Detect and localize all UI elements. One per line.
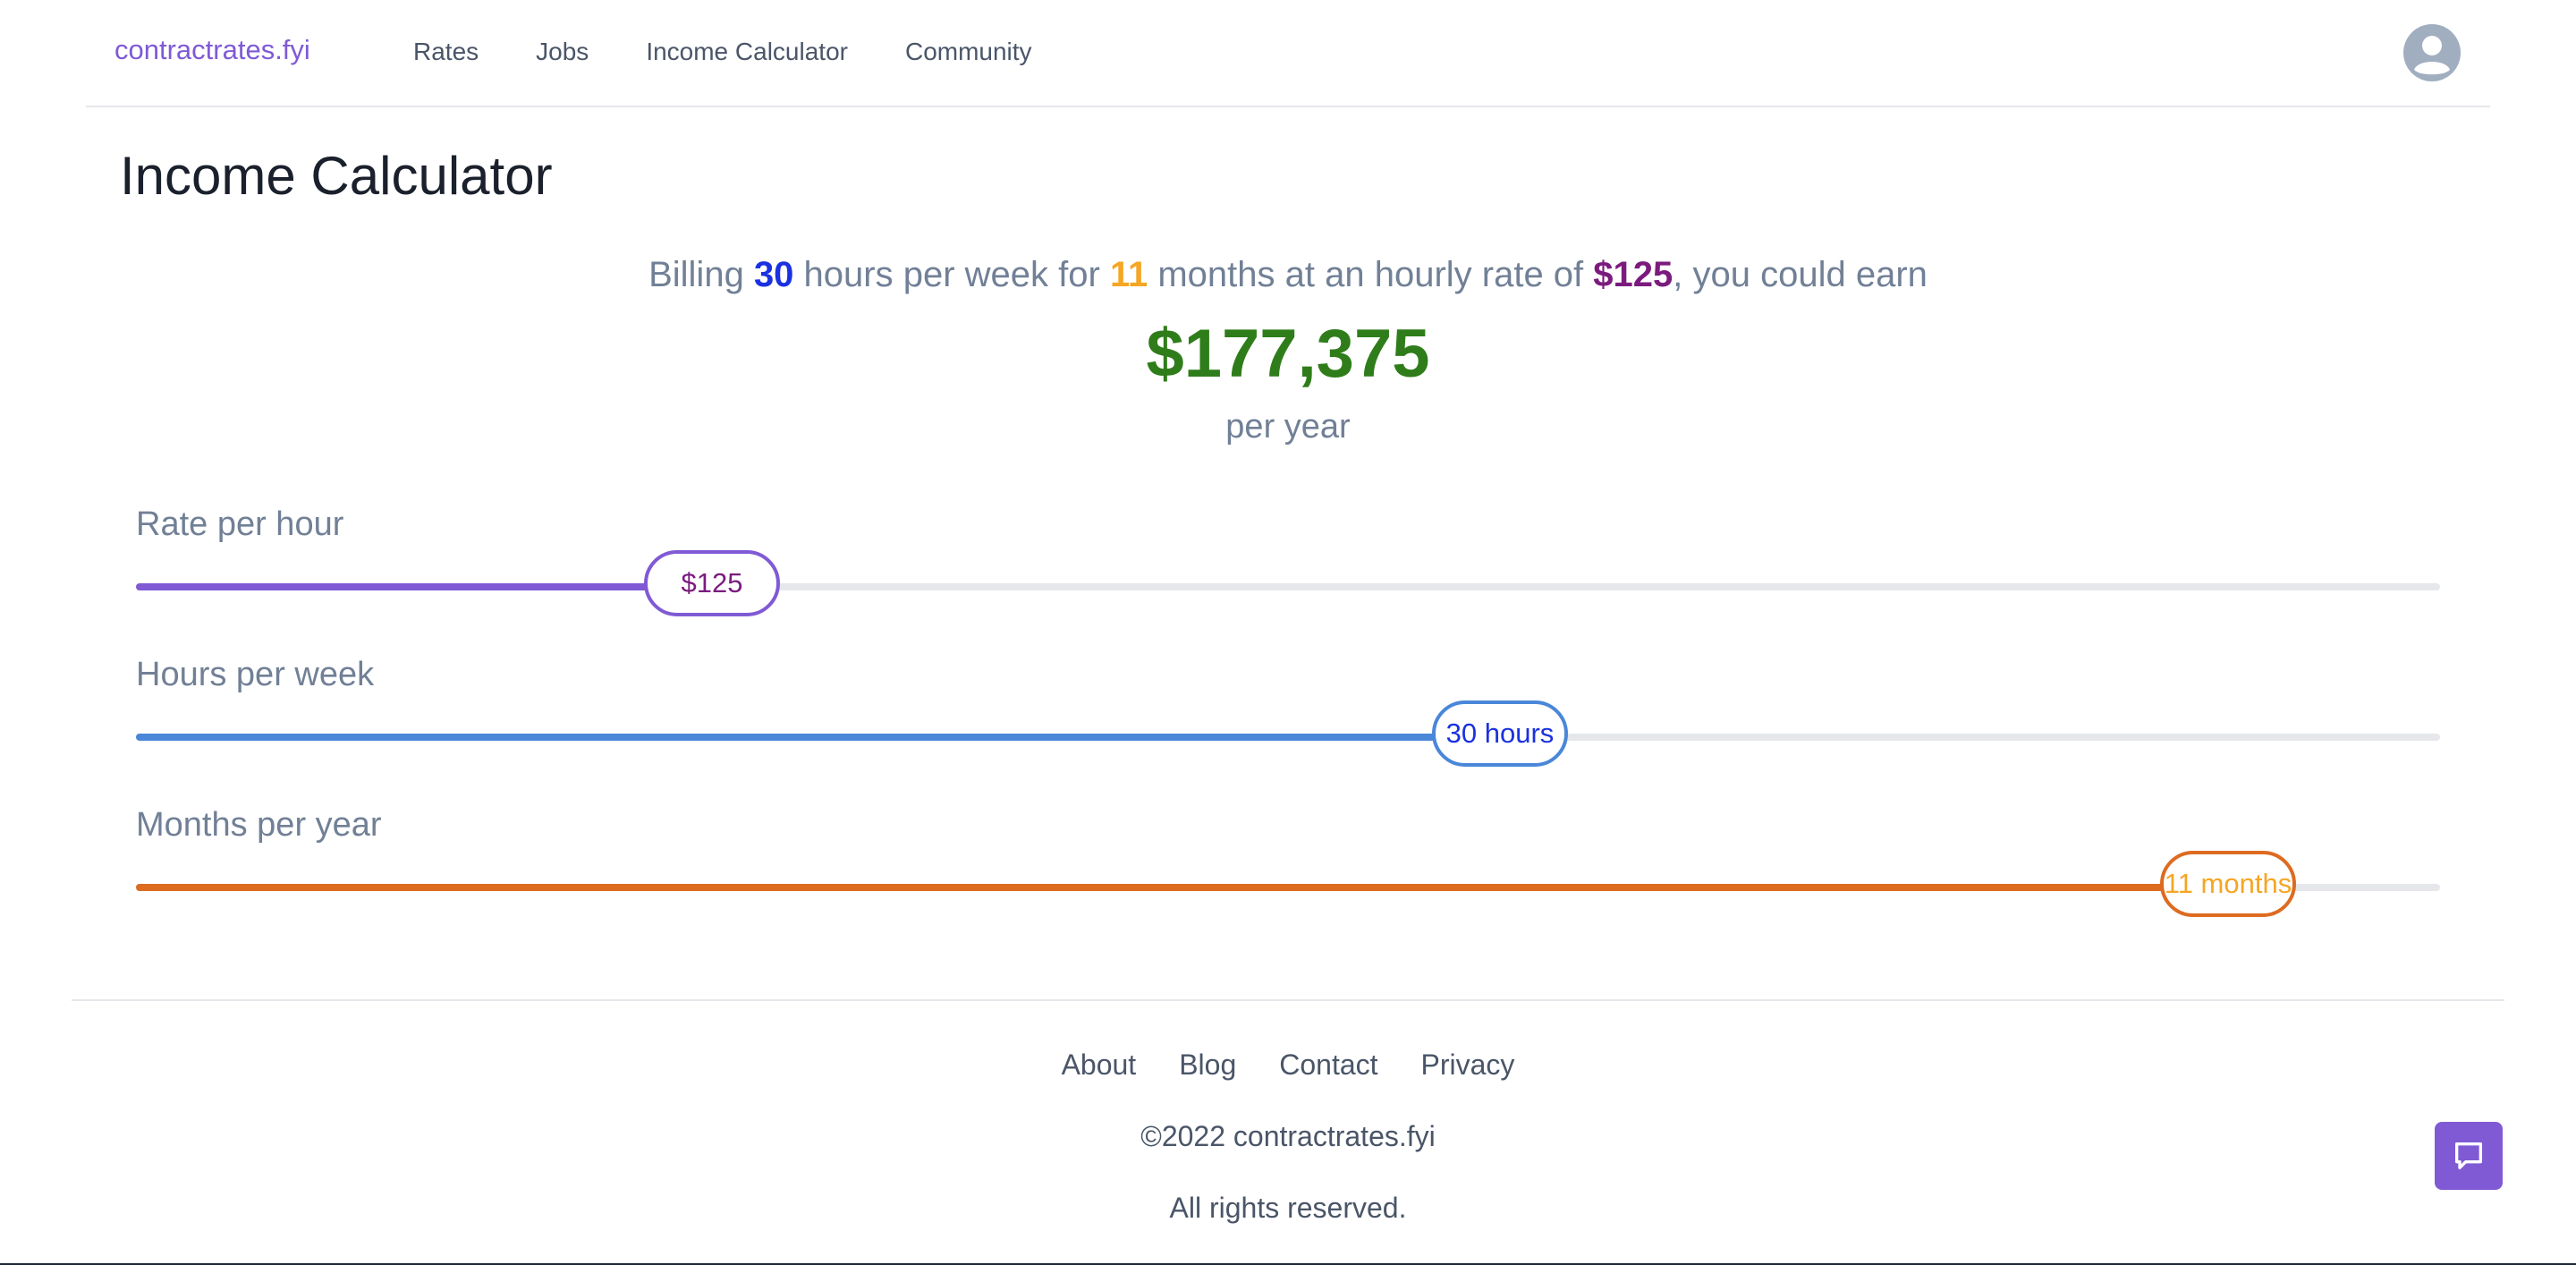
nav-link-jobs[interactable]: Jobs — [536, 38, 589, 66]
summary-months: 11 — [1109, 255, 1148, 294]
footer-link-contact[interactable]: Contact — [1279, 1049, 1377, 1082]
months-slider-label: Months per year — [136, 806, 382, 844]
footer-divider — [72, 999, 2504, 1001]
hours-slider-fill — [136, 734, 1500, 741]
footer-link-blog[interactable]: Blog — [1179, 1049, 1236, 1082]
chat-bubble-icon — [2455, 1142, 2482, 1169]
summary-hours: 30 — [753, 255, 794, 294]
main-nav: Rates Jobs Income Calculator Community — [413, 38, 1089, 66]
months-slider[interactable]: 11 months — [136, 851, 2440, 917]
chat-button[interactable] — [2435, 1122, 2503, 1190]
footer-links: About Blog Contact Privacy — [0, 1049, 2576, 1082]
user-circle-icon[interactable] — [2402, 23, 2462, 82]
footer-link-about[interactable]: About — [1062, 1049, 1137, 1082]
summary-mid1: hours per week for — [793, 255, 1110, 294]
total-unit: per year — [1225, 408, 1351, 446]
rate-slider[interactable]: $125 — [136, 550, 2440, 616]
rate-slider-thumb[interactable]: $125 — [644, 550, 780, 616]
page-title: Income Calculator — [120, 146, 553, 206]
rate-slider-label: Rate per hour — [136, 505, 344, 543]
hours-slider-label: Hours per week — [136, 656, 375, 693]
rate-slider-fill — [136, 583, 712, 590]
footer-copyright: ©2022 contractrates.fyi — [1140, 1120, 1436, 1152]
months-slider-thumb[interactable]: 11 months — [2160, 851, 2296, 917]
nav-link-rates[interactable]: Rates — [413, 38, 479, 66]
summary-suffix: , you could earn — [1673, 255, 1928, 294]
hours-slider[interactable]: 30 hours — [136, 700, 2440, 767]
months-slider-fill — [136, 884, 2228, 891]
nav-link-community[interactable]: Community — [905, 38, 1032, 66]
summary-prefix: Billing — [648, 255, 754, 294]
footer-link-privacy[interactable]: Privacy — [1421, 1049, 1515, 1082]
hours-slider-thumb[interactable]: 30 hours — [1431, 700, 1568, 767]
earnings-summary: Billing 30 hours per week for 11 months … — [0, 255, 2576, 295]
total-income: $177,375 — [1146, 316, 1430, 392]
summary-mid2: months at an hourly rate of — [1148, 255, 1594, 294]
summary-rate: $125 — [1593, 255, 1674, 294]
nav-link-income-calculator[interactable]: Income Calculator — [646, 38, 848, 66]
brand-logo-link[interactable]: contractrates.fyi — [114, 34, 310, 66]
top-header: contractrates.fyi Rates Jobs Income Calc… — [86, 0, 2490, 107]
footer-rights: All rights reserved. — [1169, 1192, 1407, 1224]
